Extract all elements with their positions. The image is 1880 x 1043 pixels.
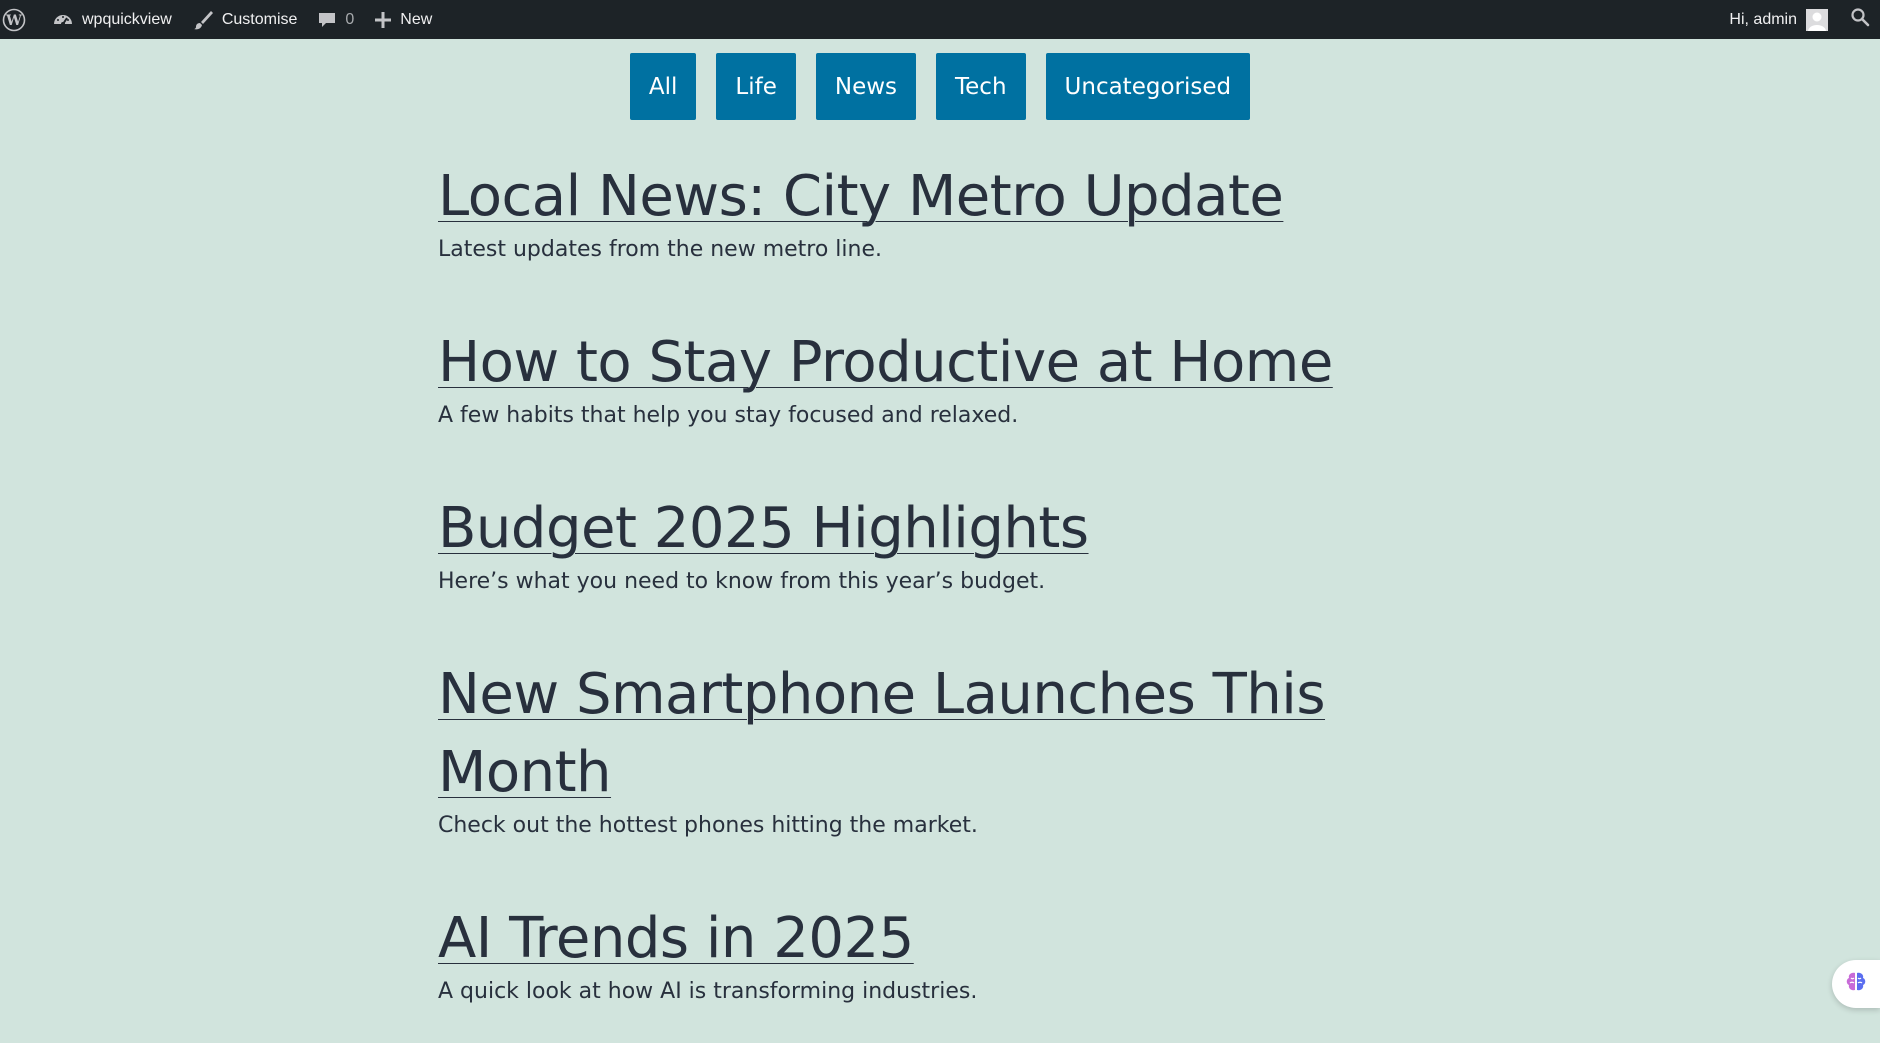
category-filter-bar: All Life News Tech Uncategorised (0, 53, 1880, 120)
post-item: Local News: City Metro Update Latest upd… (438, 158, 1338, 264)
post-excerpt: A quick look at how AI is transforming i… (438, 979, 978, 1004)
site-name: wpquickview (82, 10, 172, 28)
new-content-menu[interactable]: New (364, 0, 442, 39)
svg-text:W: W (5, 13, 22, 29)
post-title: New Smartphone Launches This Month (438, 656, 1338, 812)
admin-bar-right: Hi, admin (1719, 0, 1880, 39)
brain-icon (1843, 969, 1869, 999)
new-label: New (400, 10, 433, 28)
filter-button-life[interactable]: Life (716, 53, 796, 120)
post-excerpt: Latest updates from the new metro line. (438, 237, 883, 262)
customise-link[interactable]: Customise (182, 0, 308, 39)
customise-label: Customise (221, 10, 298, 28)
plus-icon (374, 11, 392, 29)
post-title: AI Trends in 2025 (438, 900, 1338, 978)
user-avatar-icon (1806, 8, 1828, 31)
post-list: Local News: City Metro Update Latest upd… (438, 158, 1338, 1043)
search-icon (1850, 7, 1870, 32)
brush-icon (192, 9, 214, 31)
post-item: AI Trends in 2025 A quick look at how AI… (438, 900, 1338, 1006)
wordpress-logo-icon: W (2, 8, 26, 32)
account-menu[interactable]: Hi, admin (1719, 0, 1838, 39)
post-excerpt: Here’s what you need to know from this y… (438, 569, 1046, 594)
filter-button-all[interactable]: All (629, 53, 697, 120)
post-item: How to Stay Productive at Home A few hab… (438, 324, 1338, 430)
admin-bar: W wpquickview Customise 0 New Hi, admin (0, 0, 1880, 39)
post-item: New Smartphone Launches This Month Check… (438, 656, 1338, 840)
dashboard-icon (52, 9, 74, 31)
post-title: Local News: City Metro Update (438, 158, 1338, 236)
post-excerpt: A few habits that help you stay focused … (438, 403, 1019, 428)
admin-search-toggle[interactable] (1838, 0, 1880, 39)
comments-count: 0 (345, 10, 355, 28)
post-excerpt: Check out the hottest phones hitting the… (438, 813, 978, 838)
post-title-link[interactable]: How to Stay Productive at Home (438, 330, 1333, 395)
post-title: Budget 2025 Highlights (438, 490, 1338, 568)
filter-button-uncategorised[interactable]: Uncategorised (1045, 53, 1251, 120)
comments-link[interactable]: 0 (307, 0, 364, 39)
account-greeting: Hi, admin (1729, 10, 1797, 28)
admin-bar-left: W wpquickview Customise 0 New (0, 0, 442, 39)
post-title: How to Stay Productive at Home (438, 324, 1338, 402)
post-title-link[interactable]: Local News: City Metro Update (438, 164, 1284, 229)
post-title-link[interactable]: New Smartphone Launches This Month (438, 662, 1326, 805)
site-name-menu[interactable]: wpquickview (42, 0, 182, 39)
comment-bubble-icon (317, 10, 337, 30)
filter-button-tech[interactable]: Tech (936, 53, 1026, 120)
assistant-widget-button[interactable] (1832, 960, 1880, 1008)
filter-button-news[interactable]: News (815, 53, 917, 120)
post-title-link[interactable]: Budget 2025 Highlights (438, 496, 1089, 561)
post-title-link[interactable]: AI Trends in 2025 (438, 906, 914, 971)
post-item: Budget 2025 Highlights Here’s what you n… (438, 490, 1338, 596)
wordpress-menu[interactable]: W (0, 0, 42, 39)
